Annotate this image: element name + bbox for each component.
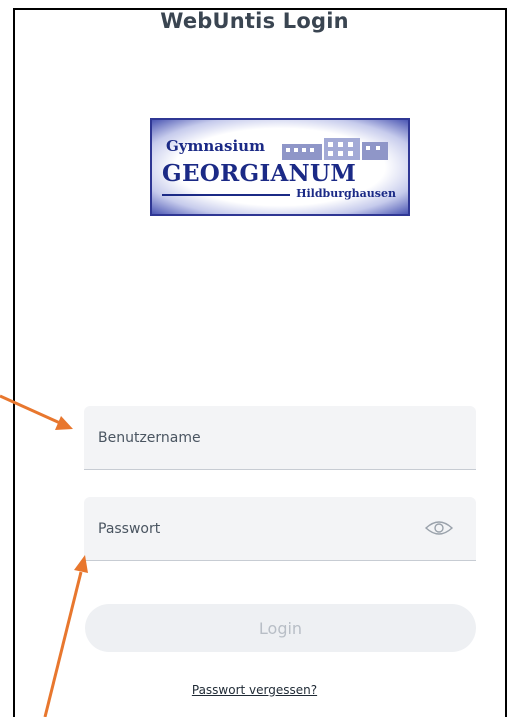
password-input[interactable] — [84, 497, 476, 560]
logo-underline — [162, 194, 290, 196]
logo-text-hildburghausen: Hildburghausen — [296, 187, 396, 200]
forgot-password-link[interactable]: Passwort vergessen? — [192, 683, 317, 697]
school-logo: Gymnasium GEORGIANUM Hildburghausen — [150, 118, 410, 216]
username-input[interactable] — [84, 406, 476, 469]
login-button[interactable]: Login — [85, 604, 476, 652]
page-title: WebUntis Login — [160, 9, 349, 33]
logo-text-georgianum: GEORGIANUM — [162, 160, 357, 187]
forgot-password-container: Passwort vergessen? — [0, 679, 509, 698]
password-field[interactable] — [84, 497, 476, 561]
logo-text-gymnasium: Gymnasium — [166, 137, 265, 155]
show-password-eye-icon[interactable] — [424, 518, 454, 538]
username-field[interactable] — [84, 406, 476, 470]
school-building-image — [282, 138, 388, 160]
